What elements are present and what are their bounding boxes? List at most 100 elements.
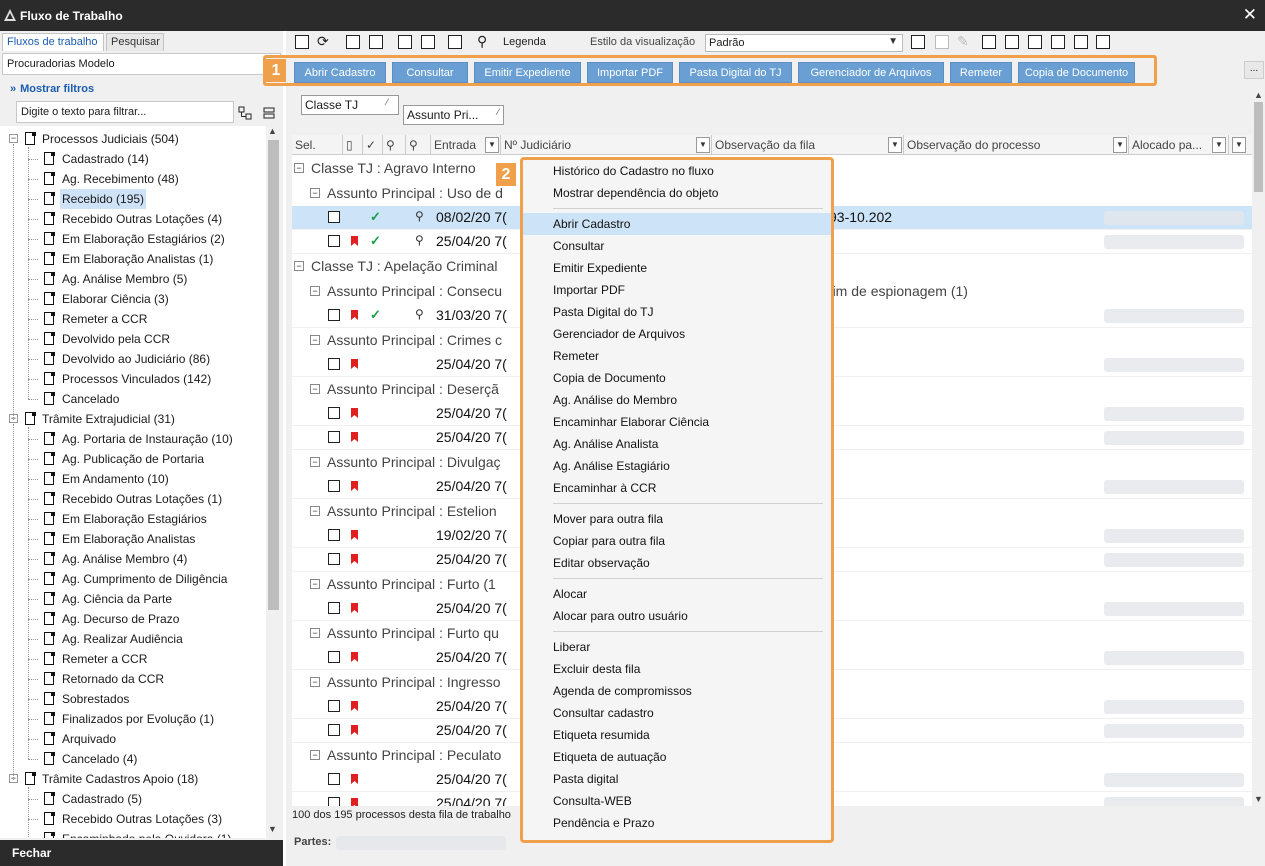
tab-pesquisar[interactable]: Pesquisar: [106, 33, 164, 51]
menu-item[interactable]: Pasta Digital do TJ: [523, 301, 831, 323]
row-checkbox[interactable]: [328, 700, 340, 712]
tree-item[interactable]: Cancelado (4): [0, 749, 266, 769]
menu-item[interactable]: Histórico do Cadastro no fluxo: [523, 160, 831, 182]
menu-item[interactable]: Ag. Análise Estagiário: [523, 455, 831, 477]
menu-item[interactable]: Encaminhar à CCR: [523, 477, 831, 499]
menu-item[interactable]: Destaques: [523, 834, 831, 840]
tree-item[interactable]: − Trâmite Cadastros Apoio (18): [0, 769, 266, 789]
print-icon[interactable]: [1096, 35, 1110, 49]
collapse-icon[interactable]: −: [310, 579, 320, 589]
menu-item[interactable]: Pendência e Prazo: [523, 812, 831, 834]
report-icon[interactable]: [1005, 35, 1019, 49]
emitir-expediente-button[interactable]: Emitir Expediente: [474, 62, 581, 83]
menu-item[interactable]: Liberar: [523, 636, 831, 658]
scroll-thumb[interactable]: [268, 140, 279, 610]
print-preview-icon[interactable]: [398, 35, 412, 49]
tree-item[interactable]: Ag. Análise Membro (4): [0, 549, 266, 569]
tree-item[interactable]: Recebido Outras Lotações (3): [0, 809, 266, 829]
collapse-icon[interactable]: −: [310, 457, 320, 467]
collapse-icon[interactable]: −: [9, 134, 18, 143]
row-checkbox[interactable]: [328, 602, 340, 614]
tree-item[interactable]: Encaminhado pela Ouvidora (1): [0, 829, 266, 838]
collapse-icon[interactable]: [1074, 35, 1088, 49]
menu-item[interactable]: Consultar: [523, 235, 831, 257]
tree-item[interactable]: Ag. Publicação de Portaria: [0, 449, 266, 469]
row-checkbox[interactable]: [328, 529, 340, 541]
columns-icon[interactable]: [982, 35, 996, 49]
tree-item[interactable]: Recebido (195): [0, 189, 266, 209]
row-checkbox[interactable]: [328, 773, 340, 785]
collapse-icon[interactable]: −: [310, 188, 320, 198]
tree-item[interactable]: Devolvido ao Judiciário (86): [0, 349, 266, 369]
tree-collapse-icon[interactable]: [262, 106, 276, 120]
filter-dropdown-icon[interactable]: ▼: [1113, 137, 1127, 153]
menu-item[interactable]: Etiqueta de autuação: [523, 746, 831, 768]
tree-item[interactable]: Ag. Cumprimento de Diligência: [0, 569, 266, 589]
grid-scrollbar[interactable]: ▲ ▼: [1252, 88, 1265, 808]
group-icon[interactable]: [1051, 35, 1065, 49]
menu-item[interactable]: Abrir Cadastro: [523, 213, 831, 235]
menu-item[interactable]: Emitir Expediente: [523, 257, 831, 279]
row-checkbox[interactable]: [328, 797, 340, 806]
tree-item[interactable]: Em Elaboração Analistas (1): [0, 249, 266, 269]
new-document-icon[interactable]: [295, 35, 309, 49]
menu-item[interactable]: Pasta digital: [523, 768, 831, 790]
row-checkbox[interactable]: [328, 651, 340, 663]
gerenciador-arquivos-button[interactable]: Gerenciador de Arquivos: [798, 62, 944, 83]
scroll-up-icon[interactable]: ▲: [1254, 90, 1263, 100]
tree-item[interactable]: Remeter a CCR: [0, 649, 266, 669]
col-numero[interactable]: Nº Judiciário: [501, 135, 712, 155]
close-icon[interactable]: ✕: [1243, 5, 1257, 25]
tree-item[interactable]: Cancelado: [0, 389, 266, 409]
collapse-icon[interactable]: −: [310, 286, 320, 296]
menu-item[interactable]: Agenda de compromissos: [523, 680, 831, 702]
menu-item[interactable]: Copiar para outra fila: [523, 530, 831, 552]
menu-item[interactable]: Mover para outra fila: [523, 508, 831, 530]
menu-item[interactable]: Alocar: [523, 583, 831, 605]
tree-item[interactable]: Cadastrado (14): [0, 149, 266, 169]
tree-item[interactable]: Em Elaboração Analistas: [0, 529, 266, 549]
tree-item[interactable]: Processos Vinculados (142): [0, 369, 266, 389]
tree-item[interactable]: Finalizados por Evolução (1): [0, 709, 266, 729]
menu-item[interactable]: Gerenciador de Arquivos: [523, 323, 831, 345]
row-checkbox[interactable]: [328, 235, 340, 247]
show-filters-link[interactable]: » Mostrar filtros: [10, 83, 94, 95]
scroll-down-icon[interactable]: ▼: [268, 824, 277, 834]
row-checkbox[interactable]: [328, 724, 340, 736]
row-checkbox[interactable]: [328, 407, 340, 419]
tree-item[interactable]: Ag. Decurso de Prazo: [0, 609, 266, 629]
group-chip-classe[interactable]: Classe TJ ⁄: [301, 95, 399, 115]
more-button[interactable]: ...: [1244, 61, 1264, 79]
export-icon[interactable]: [421, 35, 435, 49]
menu-item[interactable]: Importar PDF: [523, 279, 831, 301]
tab-fluxos[interactable]: Fluxos de trabalho: [2, 33, 104, 51]
save-icon[interactable]: [911, 35, 925, 49]
abrir-cadastro-button[interactable]: Abrir Cadastro: [294, 62, 386, 83]
tree-item[interactable]: Elaborar Ciência (3): [0, 289, 266, 309]
menu-item[interactable]: Consulta-WEB: [523, 790, 831, 812]
collapse-icon[interactable]: −: [294, 163, 304, 173]
column-chooser-icon[interactable]: ▼: [1232, 137, 1246, 153]
collapse-icon[interactable]: −: [310, 506, 320, 516]
menu-item[interactable]: Alocar para outro usuário: [523, 605, 831, 627]
copia-documento-button[interactable]: Copia de Documento: [1018, 62, 1135, 83]
tree-item[interactable]: Em Andamento (10): [0, 469, 266, 489]
row-checkbox[interactable]: [328, 358, 340, 370]
filter-dropdown-icon[interactable]: ▼: [888, 137, 902, 153]
tree-item[interactable]: Em Elaboração Estagiários (2): [0, 229, 266, 249]
refresh-icon[interactable]: ⟳: [317, 33, 329, 50]
row-checkbox[interactable]: [328, 211, 340, 223]
tree-item[interactable]: Arquivado: [0, 729, 266, 749]
menu-item[interactable]: Copia de Documento: [523, 367, 831, 389]
menu-item[interactable]: Encaminhar Elaborar Ciência: [523, 411, 831, 433]
legend-label[interactable]: Legenda: [503, 36, 546, 48]
pasta-digital-tj-button[interactable]: Pasta Digital do TJ: [679, 62, 792, 83]
tree-expand-icon[interactable]: [238, 106, 252, 120]
tree-item[interactable]: − Processos Judiciais (504): [0, 129, 266, 149]
tree-scrollbar[interactable]: ▲ ▼: [266, 126, 281, 838]
menu-item[interactable]: Editar observação: [523, 552, 831, 574]
collapse-icon[interactable]: −: [310, 677, 320, 687]
menu-item[interactable]: Ag. Análise Analista: [523, 433, 831, 455]
tree-item[interactable]: Cadastrado (5): [0, 789, 266, 809]
menu-item[interactable]: Etiqueta resumida: [523, 724, 831, 746]
